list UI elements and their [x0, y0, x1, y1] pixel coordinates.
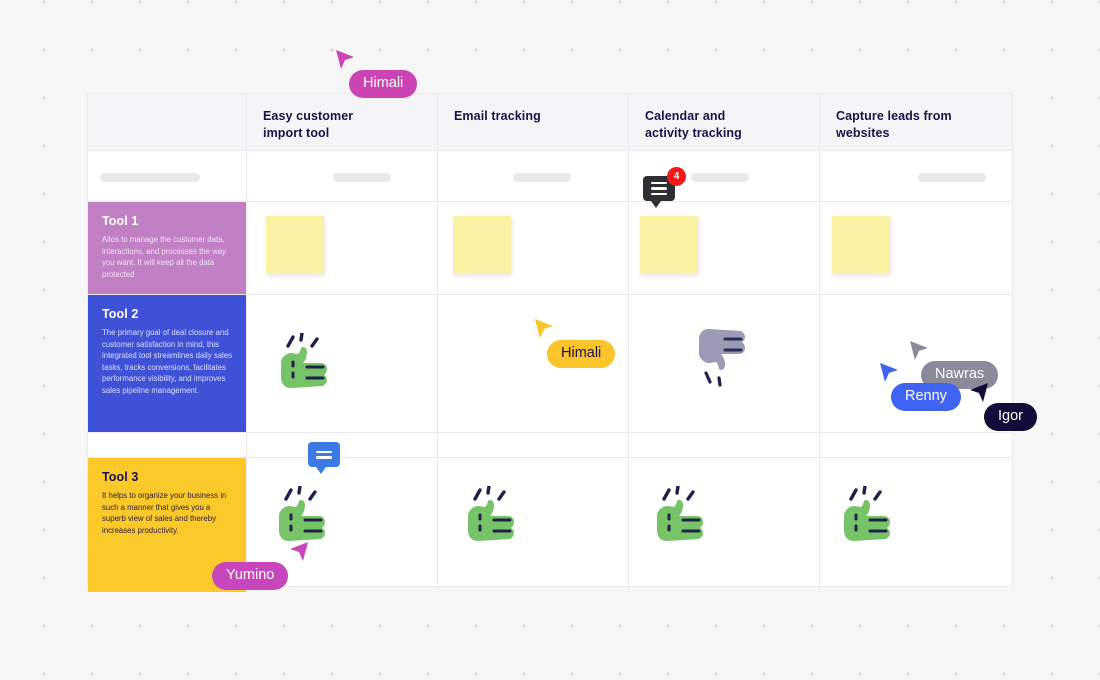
header-cell-rowlabels — [88, 94, 247, 151]
spacer-cell-1 — [88, 433, 247, 458]
placeholder-cell-2[interactable] — [247, 151, 438, 202]
header-label-line1: Email tracking — [454, 109, 541, 123]
header-label-line1: Easy customer — [263, 109, 354, 123]
sticky-note[interactable] — [266, 216, 324, 274]
board-row-tool-2: Tool 2 The primary goal of deal closure … — [88, 295, 1012, 433]
board-row-tool-1: Tool 1 Allos to manage the customer data… — [88, 167, 1012, 295]
tool-description: Allos to manage the customer data, inter… — [102, 235, 226, 279]
cell-tool3-email-tracking[interactable] — [438, 458, 629, 592]
cursor-label: Yumino — [212, 562, 289, 590]
header-label-line2: import tool — [263, 126, 330, 140]
cursor-arrow-icon — [535, 319, 553, 338]
board-header-row: Easy customer import tool Email tracking… — [88, 94, 1012, 151]
spacer-cell-5 — [820, 433, 1012, 458]
sticky-note[interactable] — [640, 216, 698, 274]
sticky-note[interactable] — [453, 216, 511, 274]
thumbs-down-icon[interactable] — [689, 325, 749, 392]
cell-tool1-calendar-activity[interactable]: 4 — [629, 167, 820, 295]
cursor-arrow-icon — [336, 50, 354, 69]
comment-badge-calendar-tool1[interactable]: 4 — [643, 167, 686, 208]
comment-bubble-tool3-easy-import[interactable] — [308, 442, 340, 474]
board-placeholder-row — [88, 151, 1012, 202]
header-label-line2: activity tracking — [645, 126, 742, 140]
tool-description: It helps to organize your business in su… — [102, 491, 227, 535]
row-label-tool-2[interactable]: Tool 2 The primary goal of deal closure … — [88, 295, 247, 433]
placeholder-bar — [333, 173, 391, 182]
thumbs-up-icon[interactable] — [458, 484, 520, 549]
comment-count-badge: 4 — [667, 167, 686, 186]
comment-bubble-tail — [316, 467, 326, 474]
placeholder-cell-1[interactable] — [88, 151, 247, 202]
cursor-label: Igor — [984, 403, 1037, 431]
placeholder-bar — [100, 173, 200, 182]
header-label-line1: Calendar and — [645, 109, 726, 123]
cursor-arrow-icon — [910, 341, 928, 360]
cell-tool3-calendar-activity[interactable] — [629, 458, 820, 592]
spacer-cell-4 — [629, 433, 820, 458]
cell-tool1-capture-leads[interactable] — [820, 202, 1012, 295]
cell-tool2-calendar-activity[interactable] — [629, 295, 820, 433]
cursor-label: Renny — [891, 383, 961, 411]
header-cell-easy-customer-import-tool[interactable]: Easy customer import tool — [247, 94, 438, 151]
header-cell-calendar-activity-tracking[interactable]: Calendar and activity tracking — [629, 94, 820, 151]
placeholder-cell-3[interactable] — [438, 151, 629, 202]
placeholder-bar — [513, 173, 571, 182]
row-label-tool-1[interactable]: Tool 1 Allos to manage the customer data… — [88, 202, 247, 295]
spacer-cell-2 — [247, 433, 438, 458]
tool-description: The primary goal of deal closure and cus… — [102, 328, 233, 395]
board-spacer-row — [88, 433, 1012, 458]
spacer-cell-3 — [438, 433, 629, 458]
sticky-note[interactable] — [832, 216, 890, 274]
thumbs-up-icon[interactable] — [834, 484, 896, 549]
cursor-arrow-icon — [290, 542, 308, 561]
tool-title: Tool 3 — [102, 470, 139, 484]
header-cell-email-tracking[interactable]: Email tracking — [438, 94, 629, 151]
cursor-label: Himali — [547, 340, 616, 368]
cell-tool1-email-tracking[interactable] — [438, 202, 629, 295]
cell-tool2-easy-import[interactable] — [247, 295, 438, 433]
cell-tool3-capture-leads[interactable] — [820, 458, 1012, 592]
cursor-arrow-icon — [880, 363, 898, 382]
tool-title: Tool 2 — [102, 307, 139, 321]
placeholder-cell-5[interactable] — [820, 151, 1012, 202]
cell-tool1-easy-import[interactable] — [247, 202, 438, 295]
header-cell-capture-leads-from-websites[interactable]: Capture leads from websites — [820, 94, 1012, 151]
header-label-line2: websites — [836, 126, 890, 140]
thumbs-up-icon[interactable] — [271, 331, 333, 396]
cursor-arrow-icon — [970, 383, 988, 402]
tool-title: Tool 1 — [102, 214, 139, 228]
thumbs-up-icon[interactable] — [647, 484, 709, 549]
header-label-line1: Capture leads from — [836, 109, 952, 123]
cursor-label: Himali — [349, 70, 418, 98]
comment-bubble-icon — [308, 442, 340, 467]
comment-bubble-tail — [651, 201, 661, 208]
placeholder-bar — [918, 173, 986, 182]
placeholder-bar — [691, 173, 749, 182]
